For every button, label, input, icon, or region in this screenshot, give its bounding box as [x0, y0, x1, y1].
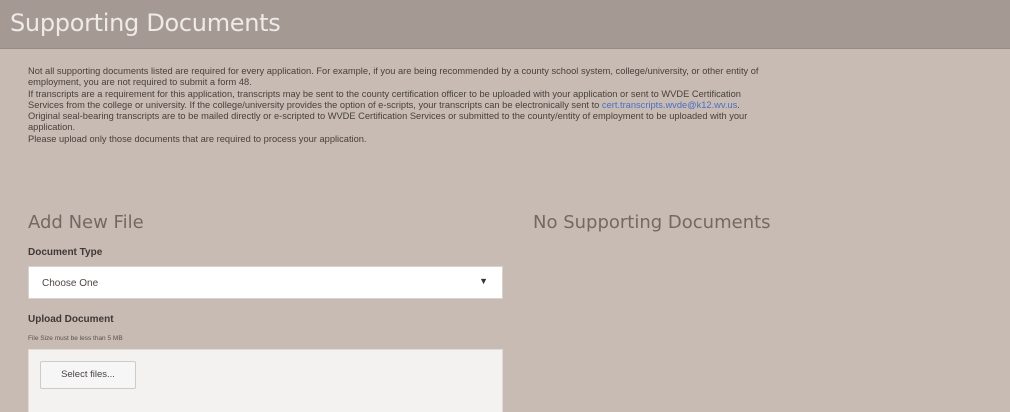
page-title: Supporting Documents — [10, 9, 281, 37]
page: Supporting Documents Not all supporting … — [0, 0, 1010, 412]
instructions-line: Services from the college or university.… — [28, 100, 1008, 111]
add-new-file-heading: Add New File — [28, 212, 144, 233]
document-type-label: Document Type — [28, 247, 103, 258]
instructions-text: Not all supporting documents listed are … — [28, 66, 1008, 145]
instructions-line: application. — [28, 122, 76, 133]
instructions-line: employment, you are not required to subm… — [28, 77, 252, 88]
file-size-hint: File Size must be less than 5 MB — [28, 335, 123, 342]
section-header: Supporting Documents — [0, 0, 1010, 49]
instructions-line: If transcripts are a requirement for thi… — [28, 88, 741, 99]
instructions-line: Original seal-bearing transcripts are to… — [28, 111, 748, 122]
file-upload-area[interactable]: Select files... — [28, 349, 503, 412]
document-type-select[interactable]: Choose One ▼ — [28, 266, 503, 299]
document-type-selected-value: Choose One — [42, 278, 99, 289]
caret-down-icon: ▼ — [479, 276, 488, 286]
no-documents-heading: No Supporting Documents — [533, 212, 771, 233]
instructions-line: Not all supporting documents listed are … — [28, 66, 759, 76]
upload-document-label: Upload Document — [28, 314, 114, 325]
transcripts-email-link[interactable]: cert.transcripts.wvde@k12.wv.us — [602, 100, 737, 110]
select-files-button[interactable]: Select files... — [40, 361, 136, 389]
instructions-text-span: Services from the college or university.… — [28, 99, 602, 110]
instructions-line: Please upload only those documents that … — [28, 133, 367, 144]
instructions-text-span: . — [737, 99, 740, 110]
